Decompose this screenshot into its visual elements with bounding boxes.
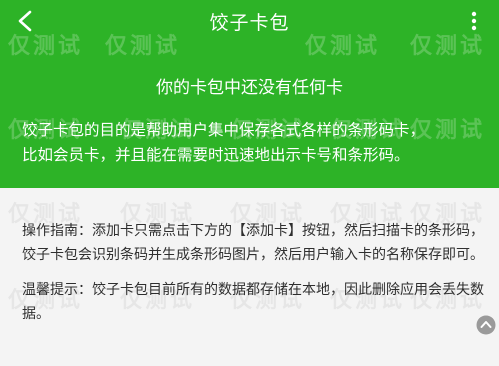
tip-paragraph: 温馨提示：饺子卡包目前所有的数据都存储在本地，因此删除应用会丢失数据。 bbox=[22, 282, 484, 322]
more-menu-button[interactable] bbox=[459, 8, 489, 38]
scroll-up-handle[interactable] bbox=[475, 315, 497, 339]
guide-paragraph: 操作指南：添加卡只需点击下方的【添加卡】按钮，然后扫描卡的条形码，饺子卡包会识别… bbox=[22, 223, 484, 263]
app-header: 饺子卡包 你的卡包中还没有任何卡 饺子卡包的目的是帮助用户集中保存各式各样的条形… bbox=[0, 0, 499, 188]
intro-line-1: 饺子卡包的目的是帮助用户集中保存各式各样的条形码卡， bbox=[22, 121, 426, 139]
intro-line-2: 比如会员卡，并且能在需要时迅速地出示卡号和条形码。 bbox=[22, 146, 410, 164]
up-arrow-icon bbox=[476, 315, 496, 339]
instructions: 操作指南：添加卡只需点击下方的【添加卡】按钮，然后扫描卡的条形码，饺子卡包会识别… bbox=[22, 220, 484, 326]
empty-state-message: 你的卡包中还没有任何卡 bbox=[156, 78, 343, 98]
page-title: 饺子卡包 bbox=[209, 12, 290, 34]
more-vertical-icon bbox=[470, 10, 478, 36]
intro-text: 饺子卡包的目的是帮助用户集中保存各式各样的条形码卡， 比如会员卡，并且能在需要时… bbox=[22, 118, 482, 168]
